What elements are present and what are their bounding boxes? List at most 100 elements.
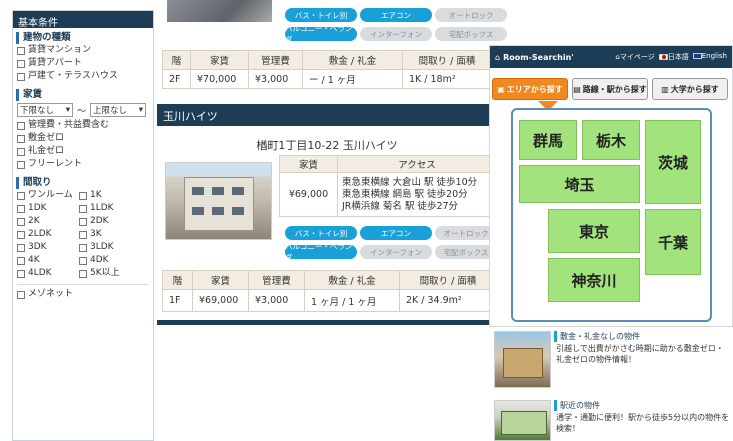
pref-kanagawa[interactable]: 神奈川: [548, 258, 640, 302]
property-photo-top[interactable]: [167, 0, 272, 22]
checkbox-include-fees[interactable]: 管理費・共益費含む: [13, 119, 153, 132]
english-link[interactable]: English: [692, 52, 727, 62]
checkbox-icon[interactable]: [17, 256, 25, 265]
checkbox-layout-1k[interactable]: 1K: [75, 189, 137, 202]
table-row: ¥69,000 東急東横線 大倉山 駅 徒歩10分 東急東横線 綱島 駅 徒歩2…: [279, 172, 497, 217]
checkbox-layout-4dk[interactable]: 4DK: [75, 254, 137, 267]
tag-bath-toilet: バス・トイレ別: [285, 226, 357, 240]
feature-photo[interactable]: [494, 400, 551, 441]
train-icon: ▤: [573, 84, 581, 94]
checkbox-icon[interactable]: [79, 256, 87, 265]
checkbox-icon[interactable]: [79, 230, 87, 239]
feature-title[interactable]: 敷金・礼金なしの物件: [554, 331, 640, 342]
pref-gunma[interactable]: 群馬: [519, 120, 577, 160]
room-searchin-widget: ⌂ Room-Searchin' ⌂マイページ 日本語 English ▣ エリア…: [489, 45, 733, 327]
checkbox-icon[interactable]: [17, 160, 25, 169]
pref-tochigi[interactable]: 栃木: [582, 120, 640, 160]
flag-jp-icon: [658, 54, 668, 60]
layout-checkbox-grid: ワンルーム 1K 1DK 1LDK 2K 2DK 2LDK 3K 3DK 3LD…: [13, 189, 153, 280]
house-icon: ⌂: [495, 52, 501, 62]
checkbox-icon[interactable]: [79, 243, 87, 252]
property-photo[interactable]: [165, 162, 272, 240]
feature-description: 通学・通勤に便利！駅から徒歩5分以内の物件を検索！: [556, 413, 730, 433]
checkbox-icon[interactable]: [17, 290, 25, 299]
pref-ibaraki[interactable]: 茨城: [645, 120, 701, 204]
checkbox-icon[interactable]: [79, 269, 87, 278]
property-name-header[interactable]: 玉川ハイツ: [157, 104, 497, 126]
checkbox-icon[interactable]: [17, 147, 25, 156]
checkbox-icon[interactable]: [79, 204, 87, 213]
table-header-row: 階 家賃 管理費 敷金 / 礼金 間取り / 面積: [162, 50, 492, 70]
site-logo[interactable]: Room-Searchin': [503, 53, 615, 62]
japanese-link[interactable]: 日本語: [658, 52, 689, 62]
checkbox-layout-1ldk[interactable]: 1LDK: [75, 202, 137, 215]
checkbox-icon[interactable]: [17, 46, 25, 55]
listing-column: バス・トイレ別 エアコン オートロック バルコニー・ベランダ インターフォン 宅…: [157, 0, 507, 441]
table-row[interactable]: 1F ¥69,000 ¥3,000 1 ヶ月 / 1 ヶ月 2K / 34.9m…: [162, 289, 497, 312]
checkbox-layout-3dk[interactable]: 3DK: [13, 241, 75, 254]
tag-interphone: インターフォン: [360, 27, 432, 41]
rent-min-select[interactable]: 下限なし ▾: [17, 103, 73, 117]
table-row[interactable]: 2F ¥70,000 ¥3,000 ー / 1 ヶ月 1K / 18m²: [162, 69, 492, 89]
checkbox-icon[interactable]: [17, 204, 25, 213]
checkbox-layout-2dk[interactable]: 2DK: [75, 215, 137, 228]
checkbox-layout-3k[interactable]: 3K: [75, 228, 137, 241]
tag-delivery-box: 宅配ボックス: [435, 245, 497, 259]
feature-photo[interactable]: [494, 331, 551, 388]
pref-saitama[interactable]: 埼玉: [519, 165, 640, 203]
search-conditions-sidebar: 基本条件 建物の種類 賃貸マンション 賃貸アパート 戸建て・テラスハウス 家賃 …: [12, 10, 154, 441]
checkbox-layout-2ldk[interactable]: 2LDK: [13, 228, 75, 241]
tab-search-by-university[interactable]: ▥ 大学から探す: [652, 78, 728, 100]
checkbox-layout-1dk[interactable]: 1DK: [13, 202, 75, 215]
building-shape: [184, 177, 254, 231]
checkbox-icon[interactable]: [17, 243, 25, 252]
checkbox-layout-4k[interactable]: 4K: [13, 254, 75, 267]
tag-balcony: バルコニー・ベランダ: [285, 242, 357, 262]
checkbox-layout-1r[interactable]: ワンルーム: [13, 189, 75, 202]
room-shape: [503, 348, 543, 378]
tag-autolock: オートロック: [435, 8, 507, 22]
checkbox-layout-3ldk[interactable]: 3LDK: [75, 241, 137, 254]
checkbox-no-deposit[interactable]: 敷金ゼロ: [13, 132, 153, 145]
tag-balcony: バルコニー・ベランダ: [285, 24, 357, 44]
feature-item-no-deposit[interactable]: 敷金・礼金なしの物件 引越しで出費がかさむ時期に助かる敷金ゼロ・礼金ゼロの物件情…: [494, 331, 733, 389]
checkbox-no-key-money[interactable]: 礼金ゼロ: [13, 145, 153, 158]
checkbox-type-house[interactable]: 戸建て・テラスハウス: [13, 70, 153, 83]
listing2-room-table: 階 家賃 管理費 敷金 / 礼金 間取り / 面積 1F ¥69,000 ¥3,…: [162, 270, 497, 312]
rent-max-select[interactable]: 上限なし ▾: [90, 103, 147, 117]
property-address: 楢町1丁目10-22 玉川ハイツ: [256, 139, 398, 152]
checkbox-type-apartment[interactable]: 賃貸アパート: [13, 57, 153, 70]
pref-tokyo[interactable]: 東京: [548, 209, 640, 253]
prefecture-map: 群馬 栃木 茨城 埼玉 東京 千葉 神奈川: [511, 108, 712, 322]
window-shape: [192, 187, 204, 195]
checkbox-icon[interactable]: [17, 230, 25, 239]
next-property-header: [157, 320, 497, 325]
tag-interphone: インターフォン: [360, 245, 432, 259]
feature-item-near-station[interactable]: 駅近の物件 通学・通勤に便利！駅から徒歩5分以内の物件を検索！: [494, 400, 733, 441]
checkbox-type-mansion[interactable]: 賃貸マンション: [13, 44, 153, 57]
checkbox-layout-2k[interactable]: 2K: [13, 215, 75, 228]
checkbox-icon[interactable]: [79, 217, 87, 226]
checkbox-icon[interactable]: [17, 72, 25, 81]
checkbox-icon[interactable]: [79, 191, 87, 200]
search-tabs: ▣ エリアから探す ▤ 路線・駅から探す ▥ 大学から探す: [492, 78, 728, 100]
checkbox-icon[interactable]: [17, 269, 25, 278]
map-icon: ▣: [497, 84, 505, 94]
checkbox-icon[interactable]: [17, 191, 25, 200]
tab-search-by-line[interactable]: ▤ 路線・駅から探す: [572, 78, 648, 100]
checkbox-icon[interactable]: [17, 134, 25, 143]
window-shape: [232, 207, 244, 215]
tab-search-by-area[interactable]: ▣ エリアから探す: [492, 78, 568, 100]
feature-title[interactable]: 駅近の物件: [554, 400, 600, 411]
checkbox-icon[interactable]: [17, 59, 25, 68]
checkbox-layout-4ldk[interactable]: 4LDK: [13, 267, 75, 280]
checkbox-layout-5k-plus[interactable]: 5K以上: [75, 267, 137, 280]
checkbox-icon[interactable]: [17, 217, 25, 226]
checkbox-maisonette[interactable]: メゾネット: [13, 288, 153, 301]
mypage-link[interactable]: ⌂マイページ: [615, 52, 654, 62]
checkbox-free-rent[interactable]: フリーレント: [13, 158, 153, 171]
building-icon: ▥: [661, 84, 669, 94]
tag-aircon: エアコン: [360, 8, 432, 22]
checkbox-icon[interactable]: [17, 121, 25, 130]
pref-chiba[interactable]: 千葉: [645, 209, 701, 275]
